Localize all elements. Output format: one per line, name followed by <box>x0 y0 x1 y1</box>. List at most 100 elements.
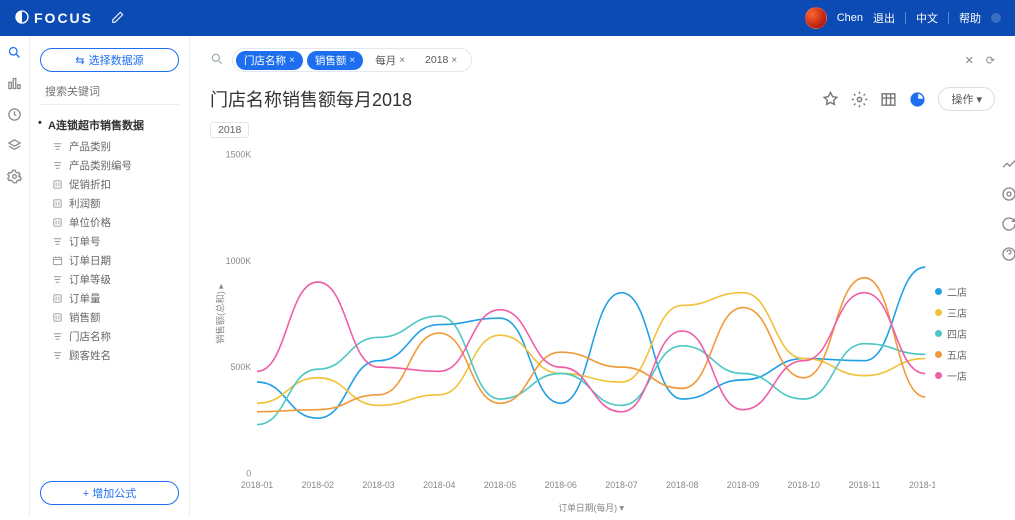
chip-remove-icon[interactable]: × <box>289 55 295 66</box>
field-item[interactable]: 单位价格 <box>52 215 179 230</box>
table-icon[interactable] <box>880 91 897 108</box>
chip-remove-icon[interactable]: × <box>451 55 457 66</box>
field-item[interactable]: 产品类别 <box>52 139 179 154</box>
query-chip[interactable]: 2018× <box>417 52 465 68</box>
rail-search-icon[interactable] <box>7 45 22 60</box>
legend-swatch <box>935 372 942 379</box>
field-label: 销售额 <box>69 310 101 325</box>
series-line[interactable] <box>257 316 925 425</box>
divider <box>905 12 906 24</box>
svg-text:销售额(总和) ▸: 销售额(总和) ▸ <box>215 283 226 343</box>
lang-link[interactable]: 中文 <box>916 10 938 26</box>
chip-remove-icon[interactable]: × <box>399 55 405 66</box>
field-item[interactable]: 销售额 <box>52 310 179 325</box>
field-type-icon <box>52 160 63 171</box>
edit-icon[interactable] <box>111 10 125 27</box>
sidebar-search-input[interactable] <box>45 86 187 98</box>
settings-icon[interactable] <box>851 91 868 108</box>
field-item[interactable]: 促销折扣 <box>52 177 179 192</box>
add-formula-button[interactable]: + 增加公式 <box>40 481 179 505</box>
legend-swatch <box>935 351 942 358</box>
field-item[interactable]: 产品类别编号 <box>52 158 179 173</box>
clear-query-icon[interactable]: ✕ <box>965 54 974 67</box>
rail-history-icon[interactable] <box>7 107 22 122</box>
avatar[interactable] <box>805 7 827 29</box>
query-chips[interactable]: 门店名称×销售额×每月×2018× <box>232 48 472 72</box>
legend-item[interactable]: 一店 <box>935 368 995 383</box>
legend-item[interactable]: 二店 <box>935 284 995 299</box>
rail-gear-icon[interactable] <box>7 169 22 184</box>
svg-text:2018-10: 2018-10 <box>788 480 820 490</box>
query-chip[interactable]: 门店名称× <box>236 51 303 70</box>
field-item[interactable]: 顾客姓名 <box>52 348 179 363</box>
legend-label: 五店 <box>947 347 967 362</box>
field-type-icon <box>52 236 63 247</box>
dataset-title[interactable]: A连锁超市销售数据 <box>40 117 179 133</box>
operation-dropdown[interactable]: 操作▾ <box>938 87 995 111</box>
query-search-icon[interactable] <box>210 52 224 69</box>
field-item[interactable]: 订单等级 <box>52 272 179 287</box>
field-item[interactable]: 订单号 <box>52 234 179 249</box>
year-filter-badge[interactable]: 2018 <box>210 122 249 138</box>
field-label: 顾客姓名 <box>69 348 111 363</box>
chart-type-icon[interactable] <box>909 91 926 108</box>
pin-icon[interactable] <box>822 91 839 108</box>
field-label: 订单号 <box>69 234 101 249</box>
sidebar: ⇆ 选择数据源 A连锁超市销售数据 产品类别产品类别编号促销折扣利润额单位价格订… <box>30 36 190 517</box>
reload-icon[interactable] <box>1001 216 1015 232</box>
field-type-icon <box>52 198 63 209</box>
svg-text:0: 0 <box>246 468 251 478</box>
select-datasource-button[interactable]: ⇆ 选择数据源 <box>40 48 179 72</box>
svg-text:订单日期(每月) ▾: 订单日期(每月) ▾ <box>558 502 624 513</box>
sidebar-search[interactable] <box>40 86 179 105</box>
topbar-right: Chen 退出 中文 帮助 <box>805 7 1001 29</box>
legend-label: 一店 <box>947 368 967 383</box>
svg-text:2018-02: 2018-02 <box>302 480 334 490</box>
chart-area[interactable]: 0500K1000K1500K2018-012018-022018-032018… <box>210 144 935 517</box>
query-chip[interactable]: 每月× <box>367 51 413 70</box>
logout-link[interactable]: 退出 <box>873 10 895 26</box>
field-type-icon <box>52 141 63 152</box>
legend-item[interactable]: 四店 <box>935 326 995 341</box>
legend-item[interactable]: 三店 <box>935 305 995 320</box>
field-type-icon <box>52 217 63 228</box>
config-icon[interactable] <box>1001 186 1015 202</box>
svg-text:2018-06: 2018-06 <box>545 480 577 490</box>
field-label: 订单日期 <box>69 253 111 268</box>
field-label: 订单量 <box>69 291 101 306</box>
chip-remove-icon[interactable]: × <box>349 55 355 66</box>
legend-label: 三店 <box>947 305 967 320</box>
field-item[interactable]: 门店名称 <box>52 329 179 344</box>
field-type-icon <box>52 274 63 285</box>
field-item[interactable]: 利润额 <box>52 196 179 211</box>
series-line[interactable] <box>257 267 925 418</box>
link-icon: ⇆ <box>75 54 84 67</box>
trend-icon[interactable] <box>1001 156 1015 172</box>
help-link[interactable]: 帮助 <box>959 10 981 26</box>
chart-legend: 二店三店四店五店一店 <box>935 144 995 517</box>
field-item[interactable]: 订单量 <box>52 291 179 306</box>
question-icon[interactable] <box>1001 246 1015 262</box>
field-type-icon <box>52 331 63 342</box>
field-label: 产品类别 <box>69 139 111 154</box>
rail-chart-icon[interactable] <box>7 76 22 91</box>
query-chip[interactable]: 销售额× <box>307 51 363 70</box>
legend-label: 四店 <box>947 326 967 341</box>
topbar: FOCUS Chen 退出 中文 帮助 <box>0 0 1015 36</box>
brand-icon <box>14 9 30 28</box>
rail-layers-icon[interactable] <box>7 138 22 153</box>
field-type-icon <box>52 293 63 304</box>
refresh-query-icon[interactable]: ⟳ <box>986 54 995 67</box>
legend-item[interactable]: 五店 <box>935 347 995 362</box>
svg-text:2018-01: 2018-01 <box>241 480 273 490</box>
chart-tools-rail <box>1001 156 1015 262</box>
user-name[interactable]: Chen <box>837 12 863 24</box>
svg-text:2018-03: 2018-03 <box>362 480 394 490</box>
field-item[interactable]: 订单日期 <box>52 253 179 268</box>
legend-swatch <box>935 288 942 295</box>
brand-logo[interactable]: FOCUS <box>14 9 93 28</box>
svg-text:1500K: 1500K <box>226 149 251 159</box>
help-badge[interactable] <box>991 13 1001 23</box>
field-label: 订单等级 <box>69 272 111 287</box>
svg-text:2018-09: 2018-09 <box>727 480 759 490</box>
